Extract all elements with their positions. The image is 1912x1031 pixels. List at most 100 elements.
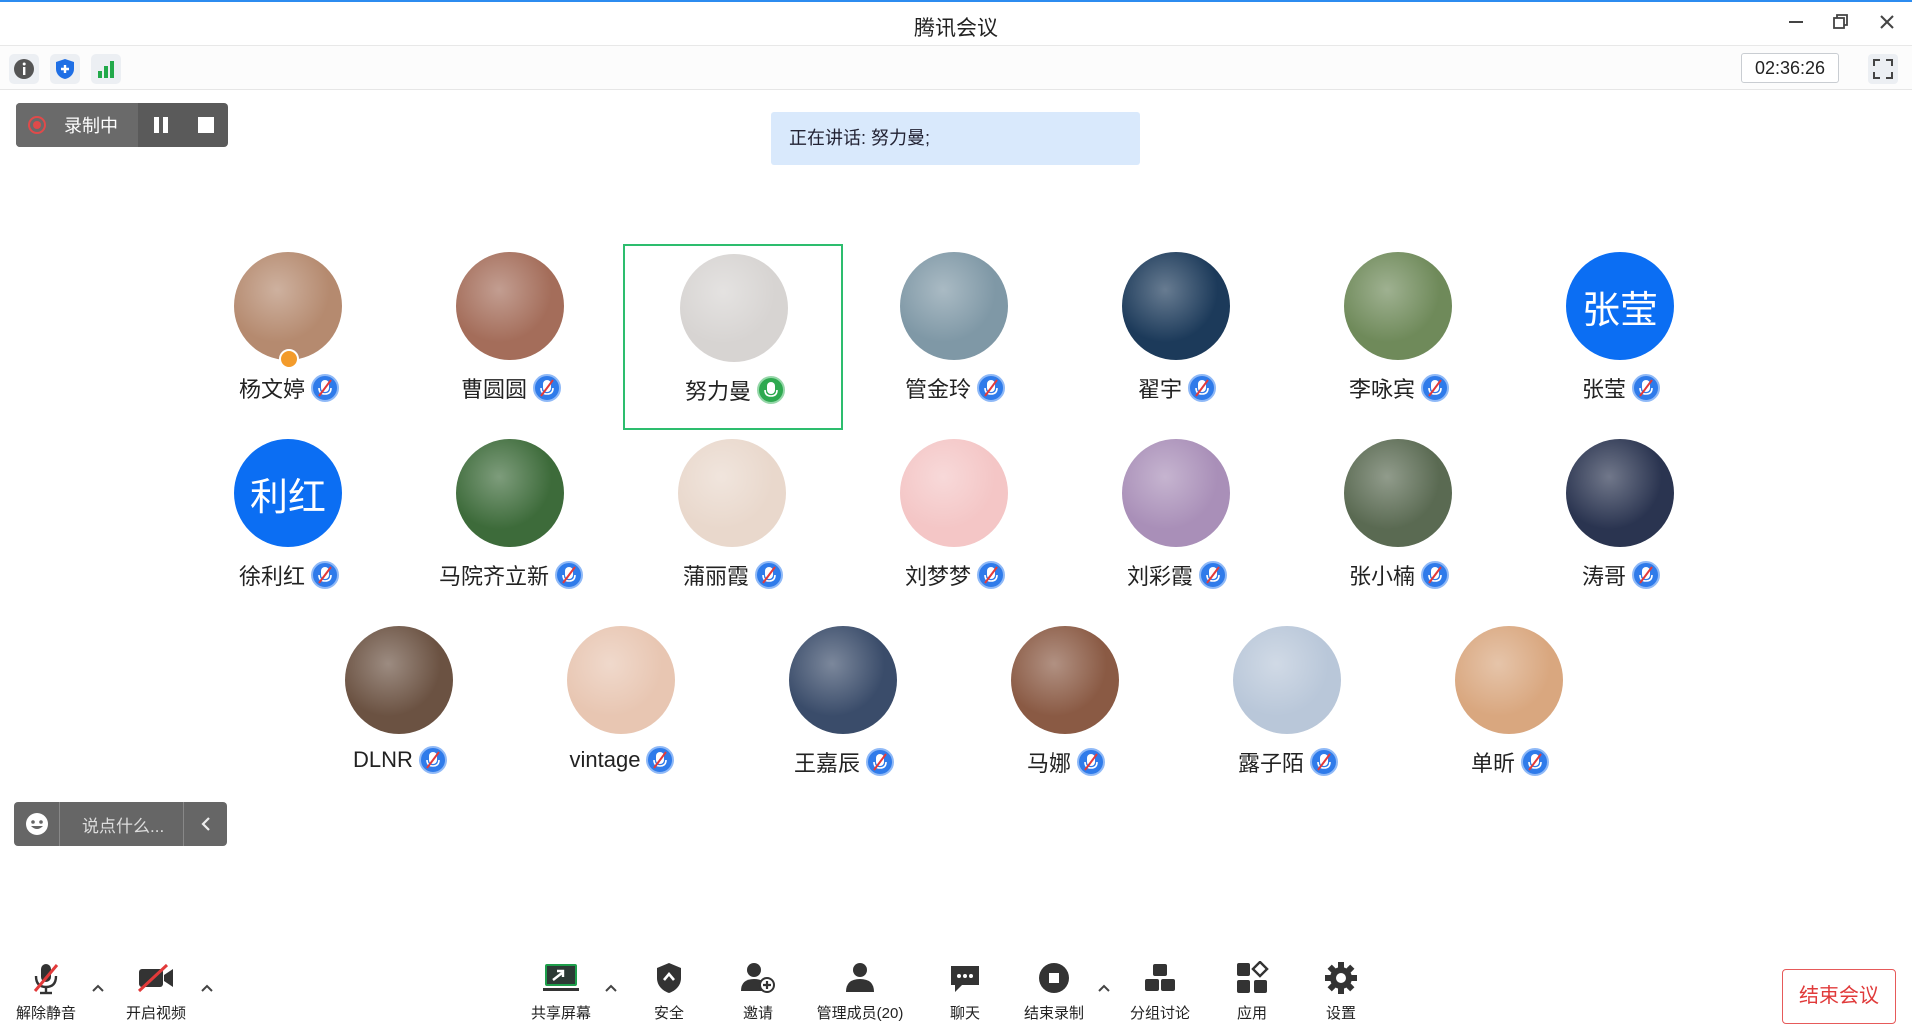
meeting-window: 腾讯会议 02:36:26 录制中 正在讲话: 努力曼; 杨文婷 曹圆圆 努力曼… xyxy=(0,0,1912,1031)
unmute-button[interactable]: 解除静音 xyxy=(12,958,80,1028)
share-screen-label: 共享屏幕 xyxy=(530,1005,591,1022)
share-options-chevron[interactable] xyxy=(603,980,619,996)
mic-muted-icon xyxy=(311,561,339,589)
mic-muted-icon xyxy=(1421,561,1449,589)
end-recording-label: 结束录制 xyxy=(1023,1005,1084,1022)
share-screen-button[interactable]: 共享屏幕 xyxy=(525,958,597,1028)
unmute-label: 解除静音 xyxy=(15,1005,76,1022)
collapse-chat-button[interactable] xyxy=(183,802,227,846)
participant-tile[interactable]: vintage xyxy=(512,618,732,804)
pause-recording-button[interactable] xyxy=(138,103,183,147)
chat-button[interactable]: 聊天 xyxy=(940,958,990,1028)
apps-button[interactable]: 应用 xyxy=(1227,958,1277,1028)
chevron-up-icon xyxy=(1098,984,1110,992)
participant-name: 张小楠 xyxy=(1348,564,1415,589)
chat-placeholder[interactable]: 说点什么... xyxy=(60,812,183,837)
participant-tile[interactable]: 涛哥 xyxy=(1511,431,1731,617)
settings-label: 设置 xyxy=(1325,1005,1356,1022)
chat-label: 聊天 xyxy=(949,1005,980,1022)
end-recording-button[interactable]: 结束录制 xyxy=(1020,958,1088,1028)
participant-tile[interactable]: 曹圆圆 xyxy=(401,244,621,430)
participant-tile[interactable]: 马院齐立新 xyxy=(401,431,621,617)
participant-name: 努力曼 xyxy=(684,379,751,404)
invite-button[interactable]: 邀请 xyxy=(733,958,783,1028)
video-options-chevron[interactable] xyxy=(199,980,215,996)
audio-options-chevron[interactable] xyxy=(90,980,106,996)
minimize-icon xyxy=(1789,21,1803,23)
security-shield-button[interactable] xyxy=(50,54,80,84)
mic-muted-icon xyxy=(866,748,894,776)
participant-tile[interactable]: 王嘉辰 xyxy=(734,618,954,804)
participant-tile[interactable]: 蒲丽霞 xyxy=(623,431,843,617)
avatar xyxy=(567,626,675,734)
stop-recording-button[interactable] xyxy=(183,103,228,147)
add-user-icon xyxy=(738,958,778,998)
avatar xyxy=(456,252,564,360)
breakout-rooms-label: 分组讨论 xyxy=(1129,1005,1190,1022)
security-button[interactable]: 安全 xyxy=(644,958,694,1028)
end-meeting-button[interactable]: 结束会议 xyxy=(1782,969,1896,1024)
mic-muted-icon xyxy=(311,374,339,402)
security-label: 安全 xyxy=(653,1005,684,1022)
mic-muted-icon xyxy=(1632,561,1660,589)
manage-members-button[interactable]: 管理成员(20) xyxy=(812,958,908,1028)
meeting-info-button[interactable] xyxy=(9,54,39,84)
emoji-button[interactable] xyxy=(14,802,60,846)
participant-tile[interactable]: 杨文婷 xyxy=(179,244,399,430)
pause-icon xyxy=(153,117,168,133)
info-toolbar: 02:36:26 xyxy=(0,46,1912,90)
participant-tile[interactable]: 露子陌 xyxy=(1178,618,1398,804)
mic-muted-icon xyxy=(1632,374,1660,402)
avatar xyxy=(1455,626,1563,734)
avatar xyxy=(1233,626,1341,734)
fullscreen-button[interactable] xyxy=(1868,54,1898,84)
participant-tile[interactable]: 努力曼 xyxy=(623,244,843,430)
participant-name: 李咏宾 xyxy=(1348,377,1415,402)
participant-name-row: 管金玲 xyxy=(845,372,1065,404)
network-status-button[interactable] xyxy=(91,54,121,84)
avatar xyxy=(789,626,897,734)
close-window-button[interactable] xyxy=(1874,12,1900,38)
window-title: 腾讯会议 xyxy=(914,17,998,40)
participant-name-row: 努力曼 xyxy=(625,374,845,406)
breakout-rooms-button[interactable]: 分组讨论 xyxy=(1126,958,1194,1028)
participant-tile[interactable]: 张小楠 xyxy=(1289,431,1509,617)
participant-tile[interactable]: 利红 徐利红 xyxy=(179,431,399,617)
chat-bubble-icon xyxy=(945,958,985,998)
avatar xyxy=(1122,439,1230,547)
participant-name-row: 王嘉辰 xyxy=(734,746,954,778)
mic-muted-icon xyxy=(977,374,1005,402)
restore-button[interactable] xyxy=(1828,12,1854,38)
mic-muted-icon xyxy=(418,746,447,774)
muted-mic-icon xyxy=(26,958,66,998)
recording-bar: 录制中 xyxy=(16,103,228,147)
participant-tile[interactable]: 单昕 xyxy=(1400,618,1620,804)
participant-name-row: 马院齐立新 xyxy=(401,559,621,591)
participant-tile[interactable]: 李咏宾 xyxy=(1289,244,1509,430)
stop-record-icon xyxy=(1034,958,1074,998)
apps-label: 应用 xyxy=(1236,1005,1267,1022)
breakout-rooms-icon xyxy=(1140,958,1180,998)
settings-button[interactable]: 设置 xyxy=(1316,958,1366,1028)
smiley-icon xyxy=(25,813,48,835)
mic-muted-icon xyxy=(533,374,561,402)
participant-tile[interactable]: DLNR xyxy=(290,618,510,804)
participant-name-row: 刘彩霞 xyxy=(1067,559,1287,591)
minimize-button[interactable] xyxy=(1783,12,1809,38)
chat-quick-input[interactable]: 说点什么... xyxy=(14,802,227,846)
participant-tile[interactable]: 张莹 张莹 xyxy=(1511,244,1731,430)
participant-tile[interactable]: 管金玲 xyxy=(845,244,1065,430)
record-dot-icon xyxy=(28,116,46,134)
participant-tile[interactable]: 翟宇 xyxy=(1067,244,1287,430)
mic-muted-icon xyxy=(1521,748,1549,776)
participant-tile[interactable]: 刘彩霞 xyxy=(1067,431,1287,617)
participant-tile[interactable]: 马娜 xyxy=(956,618,1176,804)
participant-name: 杨文婷 xyxy=(238,377,305,402)
mic-muted-icon xyxy=(646,746,675,774)
title-bar: 腾讯会议 xyxy=(0,2,1912,46)
recording-options-chevron[interactable] xyxy=(1096,980,1112,996)
participant-tile[interactable]: 刘梦梦 xyxy=(845,431,1065,617)
participant-name-row: 徐利红 xyxy=(179,559,399,591)
video-off-icon xyxy=(136,958,176,998)
start-video-button[interactable]: 开启视频 xyxy=(122,958,190,1028)
